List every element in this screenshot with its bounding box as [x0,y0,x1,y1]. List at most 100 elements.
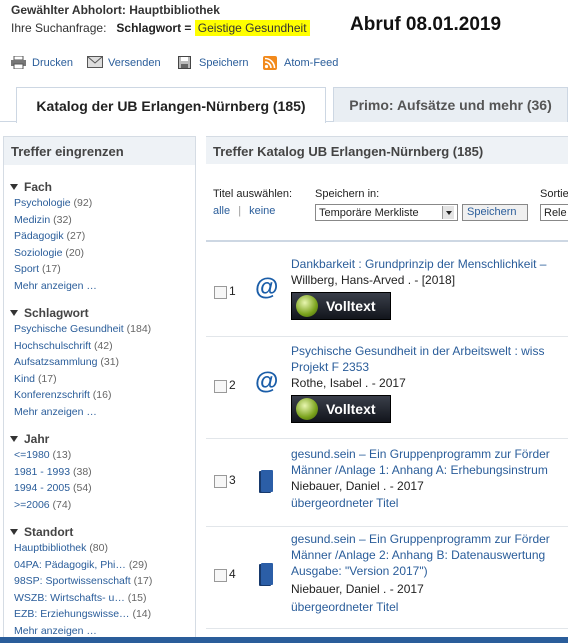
result-title-line[interactable]: Projekt F 2353 [291,360,369,376]
collapse-triangle-icon [10,528,18,535]
result-item: 4 gesund.sein – Ein Gruppenprogramm zur … [206,528,568,628]
fulltext-label: Volltext [326,298,376,314]
sort-value: Rele [544,206,567,219]
bottom-bar [0,637,568,643]
collapse-triangle-icon [10,435,18,442]
result-title-line[interactable]: gesund.sein – Ein Gruppenprogramm zur Fö… [291,532,550,548]
facet-count: (20) [65,246,85,259]
result-title[interactable]: Dankbarkeit : Grundprinzip der Menschlic… [291,257,546,273]
atom-feed-button[interactable]: Atom-Feed [263,56,338,70]
result-number: 4 [229,567,236,581]
facet-item[interactable]: Psychologie (92) [4,195,194,212]
result-checkbox[interactable] [214,380,227,393]
facet-count: (17) [37,372,57,385]
facet-title-label: Fach [24,179,53,194]
facet-title[interactable]: Fach [4,178,194,195]
facet-item[interactable]: Aufsatzsammlung (31) [4,354,194,371]
facet-count: (29) [128,558,148,571]
facet-item[interactable]: Sport (17) [4,261,194,278]
pickup-location: Gewählter Abholort: Hauptbibliothek [11,3,220,17]
fulltext-button[interactable]: Volltext [291,395,391,423]
facet-item[interactable]: WSZB: Wirtschafts- u… (15) [4,590,194,607]
select-label: Titel auswählen: [213,188,293,200]
facet-label: Mehr anzeigen … [14,405,97,418]
fulltext-button[interactable]: Volltext [291,292,391,320]
facet-item[interactable]: Psychische Gesundheit (184) [4,321,194,338]
result-checkbox[interactable] [214,569,227,582]
facet-count: (27) [66,230,86,242]
query-field: Schlagwort = [116,21,192,35]
facet-count: (32) [53,213,72,226]
facet-label: Hauptbibliothek [14,542,87,554]
facet-item[interactable]: <=1980 (13) [4,447,194,464]
facet-title-label: Jahr [24,431,50,446]
book-icon [261,563,273,585]
at-icon: @ [255,274,279,301]
search-query: Ihre Suchanfrage: Schlagwort = Geistige … [11,20,310,36]
facet-title-label: Schlagwort [24,305,89,320]
facet-item[interactable]: >=2006 (74) [4,497,194,514]
send-button[interactable]: Versenden [87,56,161,69]
print-button[interactable]: Drucken [11,55,73,70]
sort-label: Sortie [540,188,568,200]
sort-select[interactable]: Rele [540,204,568,221]
tab-primo[interactable]: Primo: Aufsätze und mehr (36) [333,87,568,122]
facet-title[interactable]: Standort [4,523,194,540]
facet-count: (80) [89,542,108,554]
facet-label: Sport [14,263,40,275]
show-more-link[interactable]: Mehr anzeigen … [4,404,194,421]
tab-catalog[interactable]: Katalog der UB Erlangen-Nürnberg (185) [16,87,326,123]
divider [206,240,568,242]
divider [206,628,568,629]
facet-title[interactable]: Schlagwort [4,304,194,321]
save-toolbar-button[interactable]: Speichern [178,56,249,69]
collapse-triangle-icon [10,309,18,316]
facet-item[interactable]: Konferenzschrift (16) [4,387,194,404]
parent-title-link[interactable]: übergeordneter Titel [291,600,398,616]
results-title: Treffer Katalog UB Erlangen-Nürnberg (18… [206,136,568,164]
facet-group-schlagwort: Schlagwort Psychische Gesundheit (184) H… [4,304,194,420]
facet-item[interactable]: Hauptbibliothek (80) [4,540,194,557]
parent-title-link[interactable]: übergeordneter Titel [291,496,398,512]
save-button[interactable]: Speichern [462,204,528,221]
facet-item[interactable]: 1981 - 1993 (38) [4,464,194,481]
sidebar-title: Treffer eingrenzen [4,137,195,165]
save-in-select[interactable]: Temporäre Merkliste [315,204,458,221]
floppy-disk-icon [178,56,193,69]
result-title-line[interactable]: gesund.sein – Ein Gruppenprogramm zur Fö… [291,447,550,463]
facet-count: (42) [93,339,113,352]
envelope-icon [87,56,103,69]
facet-label: <=1980 [14,449,50,461]
facet-item[interactable]: Medizin (32) [4,212,194,229]
result-number: 3 [229,473,236,487]
facet-item[interactable]: 98SP: Sportwissenschaft (17) [4,573,194,590]
facet-item[interactable]: Soziologie (20) [4,245,194,262]
query-prefix: Ihre Suchanfrage: [11,21,107,35]
show-more-link[interactable]: Mehr anzeigen … [4,278,194,295]
facet-count: (92) [73,197,93,209]
facet-label: Pädagogik [14,230,64,242]
select-none-link[interactable]: keine [249,205,275,217]
result-title-line[interactable]: Männer /Anlage 1: Anhang A: Erhebungsins… [291,463,548,479]
select-all-link[interactable]: alle [213,205,230,217]
printer-icon [11,55,26,70]
facet-item[interactable]: Pädagogik (27) [4,228,194,245]
facet-title[interactable]: Jahr [4,430,194,447]
facet-label: Mehr anzeigen … [14,279,97,292]
result-checkbox[interactable] [214,286,227,299]
result-author: Willberg, Hans-Arved . - [2018] [291,273,456,287]
rss-feed-icon [263,56,278,70]
facet-item[interactable]: Kind (17) [4,371,194,388]
facet-item[interactable]: 04PA: Pädagogik, Phi… (29) [4,557,194,574]
result-title-line[interactable]: Ausgabe: "Version 2017") [291,564,428,580]
facet-label: >=2006 [14,498,50,511]
at-icon: @ [255,368,279,395]
facet-item[interactable]: 1994 - 2005 (54) [4,480,194,497]
facet-item[interactable]: Hochschulschrift (42) [4,338,194,355]
send-label: Versenden [108,56,161,69]
facet-item[interactable]: EZB: Erziehungswisse… (14) [4,606,194,623]
result-checkbox[interactable] [214,475,227,488]
facet-count: (14) [132,608,152,620]
result-title-line[interactable]: Männer /Anlage 2: Anhang B: Datenauswert… [291,548,545,564]
result-title-line[interactable]: Psychische Gesundheit in der Arbeitswelt… [291,344,544,360]
